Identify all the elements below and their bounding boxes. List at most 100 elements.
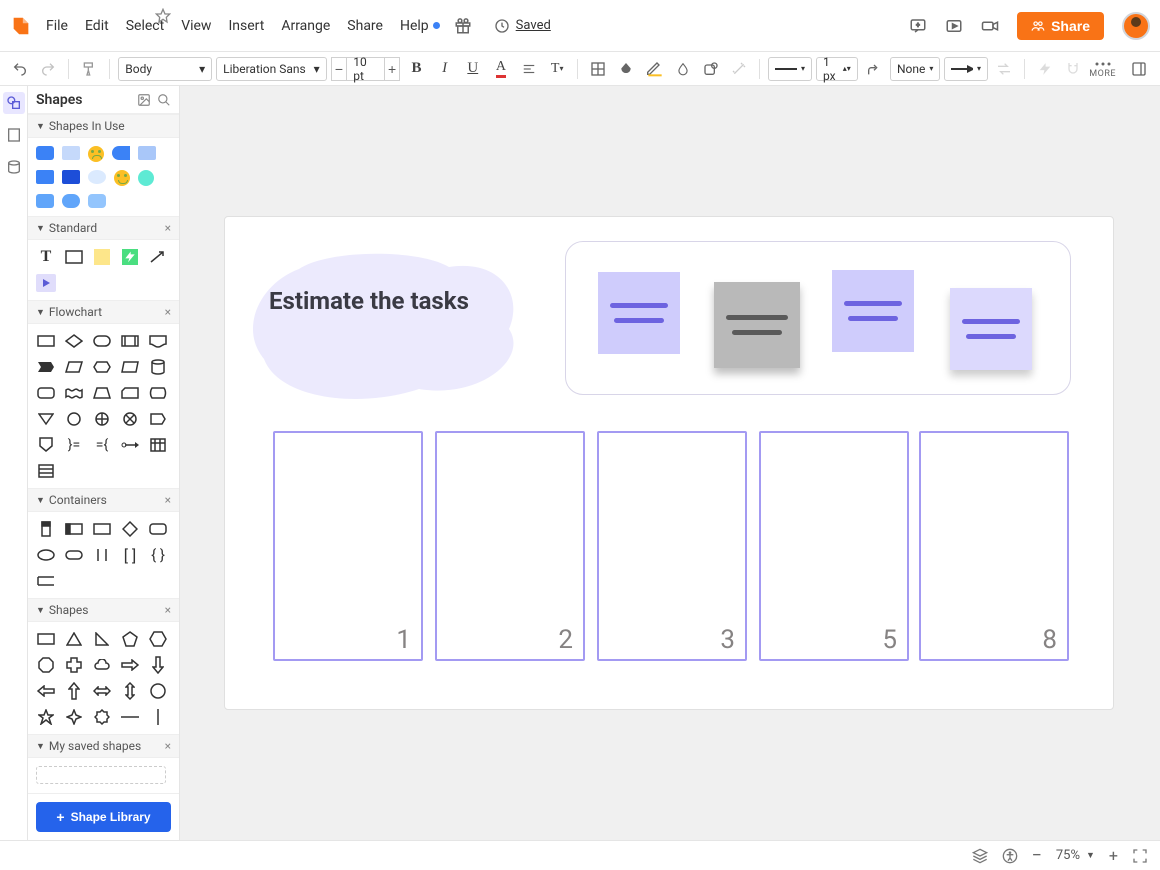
rect-shape[interactable] — [64, 248, 84, 266]
emoji-smile-icon[interactable] — [114, 170, 130, 186]
font-select[interactable]: Liberation Sans▾ — [216, 57, 327, 81]
fc-display[interactable] — [36, 358, 56, 376]
sh-rect[interactable] — [36, 630, 56, 648]
data-tab-icon[interactable] — [3, 156, 25, 178]
document-page[interactable]: Estimate the tasks 1 2 3 5 8 — [224, 216, 1114, 710]
sh-arrow-ud[interactable] — [120, 682, 140, 700]
cloud-shape[interactable] — [239, 249, 529, 401]
close-icon[interactable]: × — [165, 305, 171, 319]
play-shape[interactable] — [36, 274, 56, 292]
panels-icon[interactable] — [1126, 56, 1152, 82]
present-icon[interactable] — [945, 17, 963, 35]
swatch-blue[interactable] — [36, 170, 54, 184]
arrow-shape[interactable] — [148, 248, 168, 266]
fc-line[interactable] — [120, 436, 140, 454]
section-shapes[interactable]: ▼Shapes× — [28, 598, 179, 622]
close-icon[interactable]: × — [165, 739, 171, 753]
line-shape-icon[interactable] — [862, 56, 886, 82]
fc-data[interactable] — [64, 358, 84, 376]
font-size-stepper[interactable]: − 10 pt + — [331, 57, 401, 81]
fc-hex[interactable] — [92, 358, 112, 376]
sh-pent[interactable] — [120, 630, 140, 648]
sh-arrow-l[interactable] — [36, 682, 56, 700]
swatch-blue-tab[interactable] — [112, 146, 130, 160]
cnt-pill[interactable] — [64, 546, 84, 564]
fc-decision[interactable] — [64, 332, 84, 350]
task-box-1[interactable]: 1 — [273, 431, 423, 661]
sticky-note-4[interactable] — [950, 288, 1032, 370]
sh-plus[interactable] — [64, 656, 84, 674]
fullscreen-icon[interactable] — [1132, 848, 1148, 864]
shapes-tab-icon[interactable] — [3, 92, 25, 114]
fc-shield[interactable] — [36, 436, 56, 454]
menu-edit[interactable]: Edit — [85, 18, 109, 34]
fc-round-rect[interactable] — [36, 384, 56, 402]
sh-arrow-r[interactable] — [120, 656, 140, 674]
line-width-select[interactable]: 1 px▴▾ — [816, 57, 858, 81]
fc-document[interactable] — [148, 332, 168, 350]
zoom-in-icon[interactable]: + — [1109, 846, 1118, 865]
sh-hex[interactable] — [148, 630, 168, 648]
sticky-note-3[interactable] — [832, 270, 914, 352]
shape-style-icon[interactable] — [699, 56, 723, 82]
cnt-round[interactable] — [148, 520, 168, 538]
sh-4star[interactable] — [64, 708, 84, 726]
note-shape[interactable] — [92, 248, 112, 266]
italic-icon[interactable]: I — [433, 56, 457, 82]
shape-library-button[interactable]: + Shape Library — [36, 802, 171, 832]
sh-arrow-d[interactable] — [148, 656, 168, 674]
sh-tri[interactable] — [64, 630, 84, 648]
sh-rtri[interactable] — [92, 630, 112, 648]
close-icon[interactable]: × — [165, 221, 171, 235]
sh-star[interactable] — [36, 708, 56, 726]
swatch-blue-rounded[interactable] — [36, 146, 54, 160]
section-my-saved[interactable]: ▼My saved shapes× — [28, 734, 179, 758]
sh-vline[interactable] — [148, 708, 168, 726]
fc-brace-r[interactable]: }= — [64, 436, 84, 454]
end-arrow-select[interactable]: ▾ — [944, 57, 988, 81]
magnet-icon[interactable] — [1061, 56, 1085, 82]
redo-icon[interactable] — [36, 56, 60, 82]
save-status[interactable]: Saved — [494, 18, 551, 34]
sh-cloud[interactable] — [92, 656, 112, 674]
search-icon[interactable] — [157, 93, 171, 107]
magic-icon[interactable] — [727, 56, 751, 82]
fill-table-icon[interactable] — [586, 56, 610, 82]
sh-circ[interactable] — [148, 682, 168, 700]
swatch-paleblue-circ[interactable] — [88, 170, 106, 184]
emoji-sad-icon[interactable] — [88, 146, 104, 162]
cnt-rect[interactable] — [92, 520, 112, 538]
gift-icon[interactable] — [454, 17, 472, 35]
fc-predef[interactable] — [120, 332, 140, 350]
sticky-note-2[interactable] — [714, 282, 800, 368]
menu-file[interactable]: File — [46, 18, 68, 34]
task-box-3[interactable]: 3 — [597, 431, 747, 661]
sh-oct[interactable] — [36, 656, 56, 674]
video-icon[interactable] — [981, 17, 999, 35]
layers-icon[interactable] — [972, 848, 988, 864]
more-button[interactable]: MORE — [1089, 59, 1116, 79]
fc-list[interactable] — [36, 462, 56, 480]
fc-parallel[interactable] — [120, 358, 140, 376]
swatch-skyblue[interactable] — [138, 146, 156, 160]
image-icon[interactable] — [137, 93, 151, 107]
sh-badge[interactable] — [92, 708, 112, 726]
text-shape[interactable]: T — [36, 248, 56, 266]
zoom-out-icon[interactable]: − — [1032, 845, 1042, 866]
sh-hline[interactable] — [120, 708, 140, 726]
section-shapes-in-use[interactable]: ▼Shapes In Use — [28, 114, 179, 138]
format-painter-icon[interactable] — [77, 56, 101, 82]
fc-wave[interactable] — [64, 384, 84, 402]
fc-terminator[interactable] — [92, 332, 112, 350]
swatch-darkblue[interactable] — [62, 170, 80, 184]
fc-stored[interactable] — [148, 384, 168, 402]
swatch-midblue[interactable] — [36, 194, 54, 208]
cnt-ellipse[interactable] — [36, 546, 56, 564]
menu-insert[interactable]: Insert — [228, 18, 264, 34]
fc-tri-down[interactable] — [36, 410, 56, 428]
cnt-braces[interactable]: { } — [148, 546, 168, 564]
menu-help[interactable]: Help — [400, 18, 440, 34]
fc-card[interactable] — [120, 384, 140, 402]
share-button[interactable]: Share — [1017, 12, 1104, 40]
favorite-star[interactable] — [155, 8, 171, 24]
